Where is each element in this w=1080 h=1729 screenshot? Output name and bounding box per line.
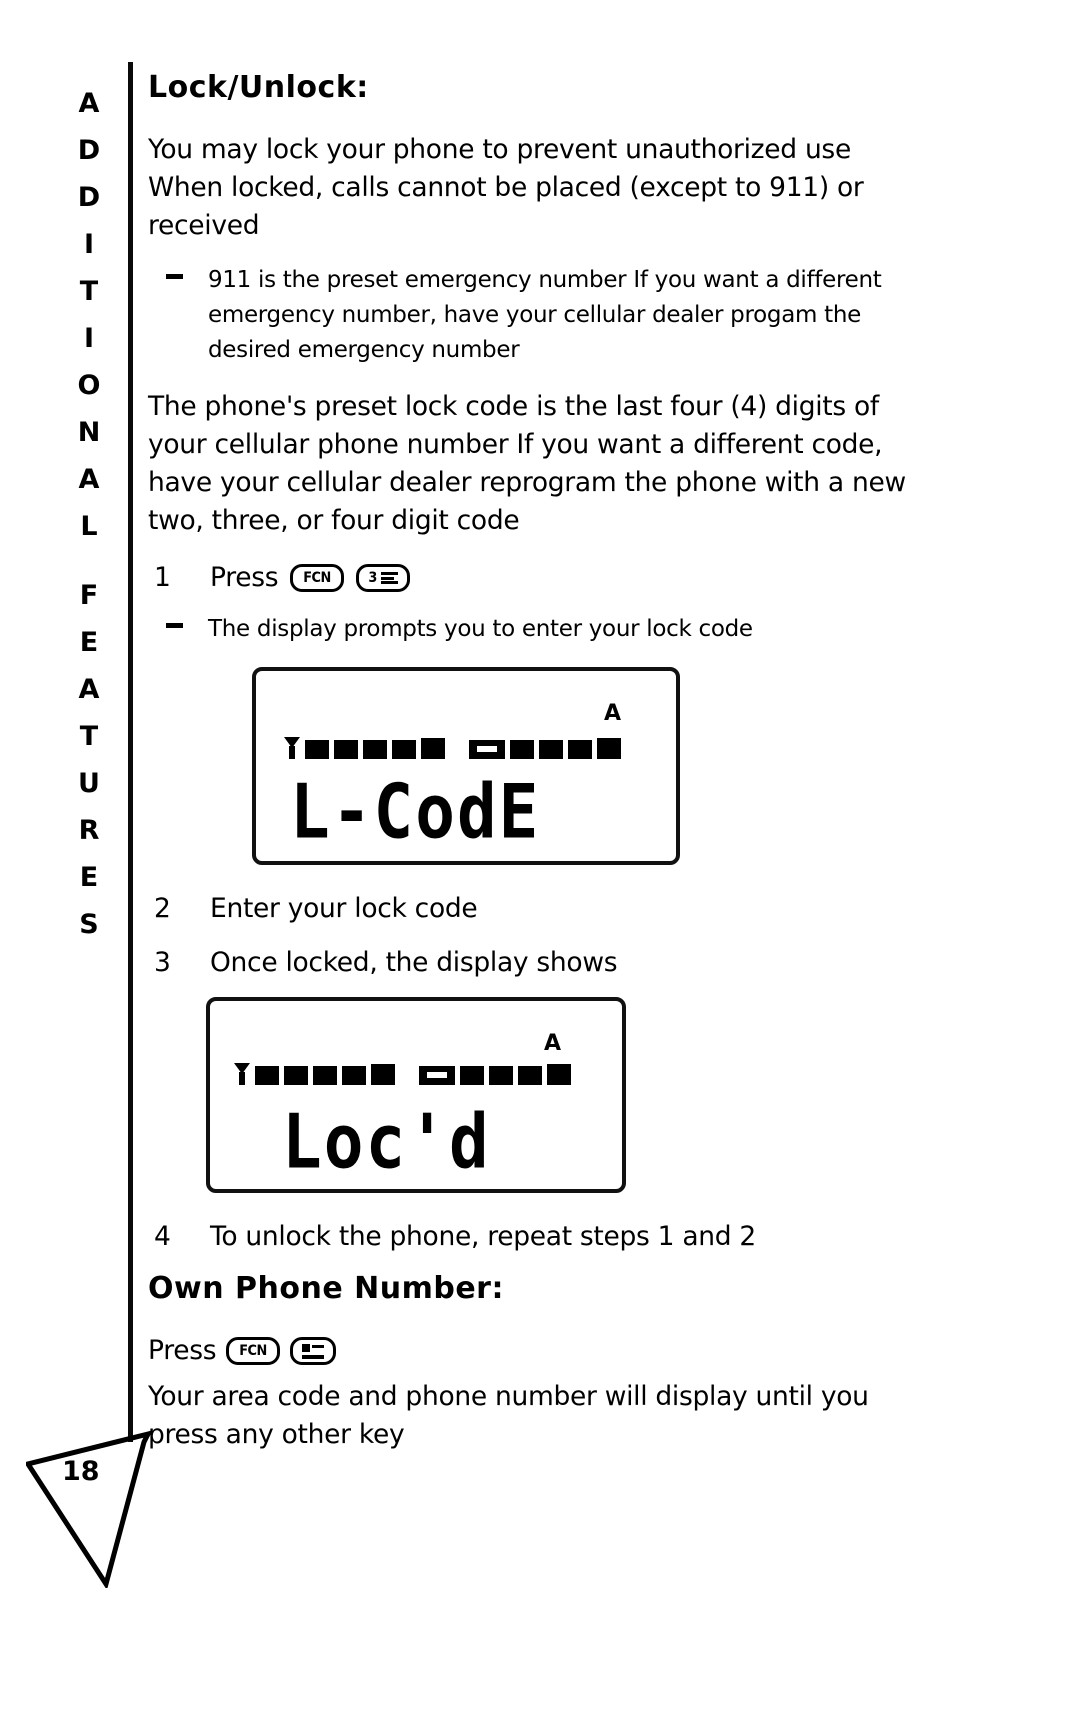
content-column: Lock/Unlock: You may lock your phone to … xyxy=(148,70,928,1472)
step-3: 3 Once locked, the display shows xyxy=(148,943,928,983)
side-tab-letter: A xyxy=(78,88,100,119)
step-1: 1 Press FCN 3 xyxy=(148,558,928,598)
side-tab-letter: O xyxy=(77,370,101,401)
key-3-label: 3 xyxy=(368,570,378,586)
step-3-number: 3 xyxy=(154,947,171,978)
signal-bar xyxy=(284,1066,308,1085)
side-tab-letter: E xyxy=(79,627,99,658)
corner-flag-shape xyxy=(23,1430,153,1591)
key-phone-number-icon[interactable] xyxy=(290,1337,337,1365)
side-tab-letter: A xyxy=(78,464,100,495)
lcd-indicator-row xyxy=(234,1063,571,1085)
key-fcn-icon[interactable]: FCN xyxy=(226,1337,281,1365)
step-3-label: Once locked, the display shows xyxy=(210,947,618,978)
signal-bar xyxy=(255,1066,279,1085)
side-tab-letter: F xyxy=(79,580,99,611)
side-tab-additional-features: A D D I T I O N A L F E A T U R E S xyxy=(58,80,120,948)
side-tab-letter: U xyxy=(78,768,100,799)
step-1-number: 1 xyxy=(154,562,171,593)
step-2-label: Enter your lock code xyxy=(210,893,478,924)
step-4-label: To unlock the phone, repeat steps 1 and … xyxy=(210,1221,756,1252)
step-1-substep-text: The display prompts you to enter your lo… xyxy=(208,616,753,642)
own-phone-paragraph: Press FCN Your area code and phone numbe… xyxy=(148,1332,928,1454)
side-tab-letter: R xyxy=(78,815,100,846)
side-tab-letter: D xyxy=(77,182,101,213)
lock-code-paragraph: The phone's preset lock code is the last… xyxy=(148,391,906,536)
lcd-indicator-row xyxy=(284,737,621,759)
side-tab-letter: A xyxy=(78,674,100,705)
roam-indicator: A xyxy=(604,701,622,726)
step-4-number: 4 xyxy=(154,1221,171,1252)
dash-bullet-icon xyxy=(166,274,183,279)
step-3-text-row: Once locked, the display shows xyxy=(210,943,928,983)
battery-bar xyxy=(539,740,563,759)
own-phone-press-label: Press xyxy=(148,1335,217,1366)
signal-bar xyxy=(363,740,387,759)
own-phone-body-text: Your area code and phone number will dis… xyxy=(148,1381,869,1450)
emergency-number-bullet-text: 911 is the preset emergency number If yo… xyxy=(208,267,882,363)
step-4-text-row: To unlock the phone, repeat steps 1 and … xyxy=(210,1217,928,1257)
battery-bar xyxy=(568,740,592,759)
signal-bar xyxy=(305,740,329,759)
page-corner-flag: 18 xyxy=(23,1398,153,1591)
side-tab-letter: I xyxy=(83,323,95,354)
side-tab-letter: S xyxy=(79,909,99,940)
roam-indicator: A xyxy=(544,1031,562,1056)
side-tab-letter: D xyxy=(77,135,101,166)
key-fcn-icon[interactable]: FCN xyxy=(290,564,345,592)
emergency-number-bullet: 911 is the preset emergency number If yo… xyxy=(148,263,928,368)
column-divider-rule xyxy=(128,62,133,1442)
page-number: 18 xyxy=(62,1456,100,1487)
lines-icon xyxy=(380,571,398,585)
side-tab-letter: L xyxy=(80,511,98,542)
key-fcn-label: FCN xyxy=(303,570,332,586)
signal-bar xyxy=(421,738,445,759)
lock-intro-paragraph: You may lock your phone to prevent unaut… xyxy=(148,134,864,241)
card-icon xyxy=(302,1343,325,1359)
section-heading-lock-unlock: Lock/Unlock: xyxy=(148,70,369,105)
side-tab-letter: N xyxy=(77,417,101,448)
battery-bar xyxy=(510,740,534,759)
manual-page: A D D I T I O N A L F E A T U R E S Lock… xyxy=(0,0,1080,1729)
lcd-display-enter-code: A L-CodE xyxy=(252,667,680,865)
section-heading-own-phone-number: Own Phone Number: xyxy=(148,1271,504,1306)
step-2-text-row: Enter your lock code xyxy=(210,889,928,929)
step-1-text-row: Press FCN 3 xyxy=(210,558,928,598)
signal-bar xyxy=(392,740,416,759)
key-3-lines-icon[interactable]: 3 xyxy=(356,564,410,592)
signal-bar xyxy=(334,740,358,759)
antenna-icon xyxy=(284,737,300,759)
step-2: 2 Enter your lock code xyxy=(148,889,928,929)
battery-bar xyxy=(547,1064,571,1085)
battery-icon xyxy=(469,740,505,759)
side-tab-letter: I xyxy=(83,229,95,260)
step-4: 4 To unlock the phone, repeat steps 1 an… xyxy=(148,1217,928,1257)
dash-bullet-icon xyxy=(166,623,183,628)
signal-bar xyxy=(313,1066,337,1085)
step-2-number: 2 xyxy=(154,893,171,924)
lcd-main-text: L-CodE xyxy=(290,768,541,856)
lcd-display-locked: A Loc'd xyxy=(206,997,626,1193)
battery-bar xyxy=(460,1066,484,1085)
battery-bar xyxy=(489,1066,513,1085)
step-1-label: Press xyxy=(210,562,279,593)
battery-bar xyxy=(518,1066,542,1085)
battery-icon xyxy=(419,1066,455,1085)
antenna-icon xyxy=(234,1063,250,1085)
side-tab-letter: T xyxy=(79,721,99,752)
battery-bar xyxy=(597,738,621,759)
step-1-substep: The display prompts you to enter your lo… xyxy=(148,612,928,647)
signal-bar xyxy=(371,1064,395,1085)
lcd-main-text: Loc'd xyxy=(282,1098,491,1186)
signal-bar xyxy=(342,1066,366,1085)
key-fcn-label: FCN xyxy=(239,1343,268,1359)
side-tab-letter: E xyxy=(79,862,99,893)
side-tab-letter: T xyxy=(79,276,99,307)
